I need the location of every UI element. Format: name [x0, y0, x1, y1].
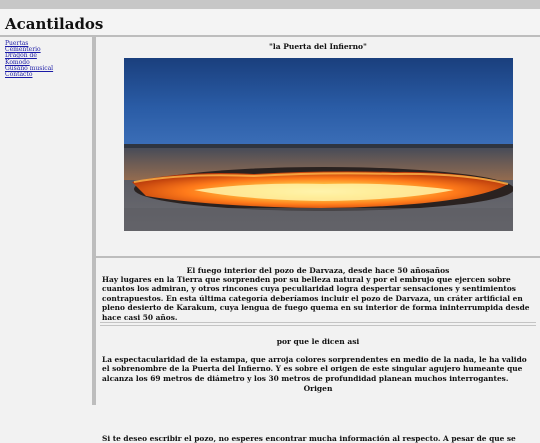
nav-item: Contacto — [5, 71, 92, 78]
article-body: La espectacularidad de la estampa, que a… — [102, 355, 527, 383]
section-separator — [96, 256, 540, 258]
crater-image — [124, 58, 513, 231]
article-body-continued: Si te deseo escribir el pozo, no esperes… — [102, 434, 516, 443]
article-title: El fuego interior del pozo de Darvaza, d… — [186, 266, 450, 275]
site-header: Acantilados — [0, 9, 540, 37]
article-body: Hay lugares en la Tierra que sorprenden … — [102, 275, 530, 322]
nav-list: Puertas Cementerio Dragon de Komodo Gusa… — [0, 37, 92, 78]
nav-link-contacto[interactable]: Contacto — [5, 71, 32, 78]
crater-photo — [124, 58, 513, 231]
horizontal-rule — [100, 325, 536, 326]
feature-title: "la Puerta del Infierno" — [269, 42, 367, 51]
article-title: por que le dicen asi — [276, 337, 360, 346]
main-content: "la Puerta del Infierno" El fuego interi… — [96, 37, 540, 443]
sidebar: Puertas Cementerio Dragon de Komodo Gusa… — [0, 37, 92, 405]
top-bar — [0, 0, 540, 9]
site-title: Acantilados — [5, 15, 104, 33]
horizontal-rule — [100, 322, 536, 323]
article-subheading: Origen — [303, 384, 333, 393]
